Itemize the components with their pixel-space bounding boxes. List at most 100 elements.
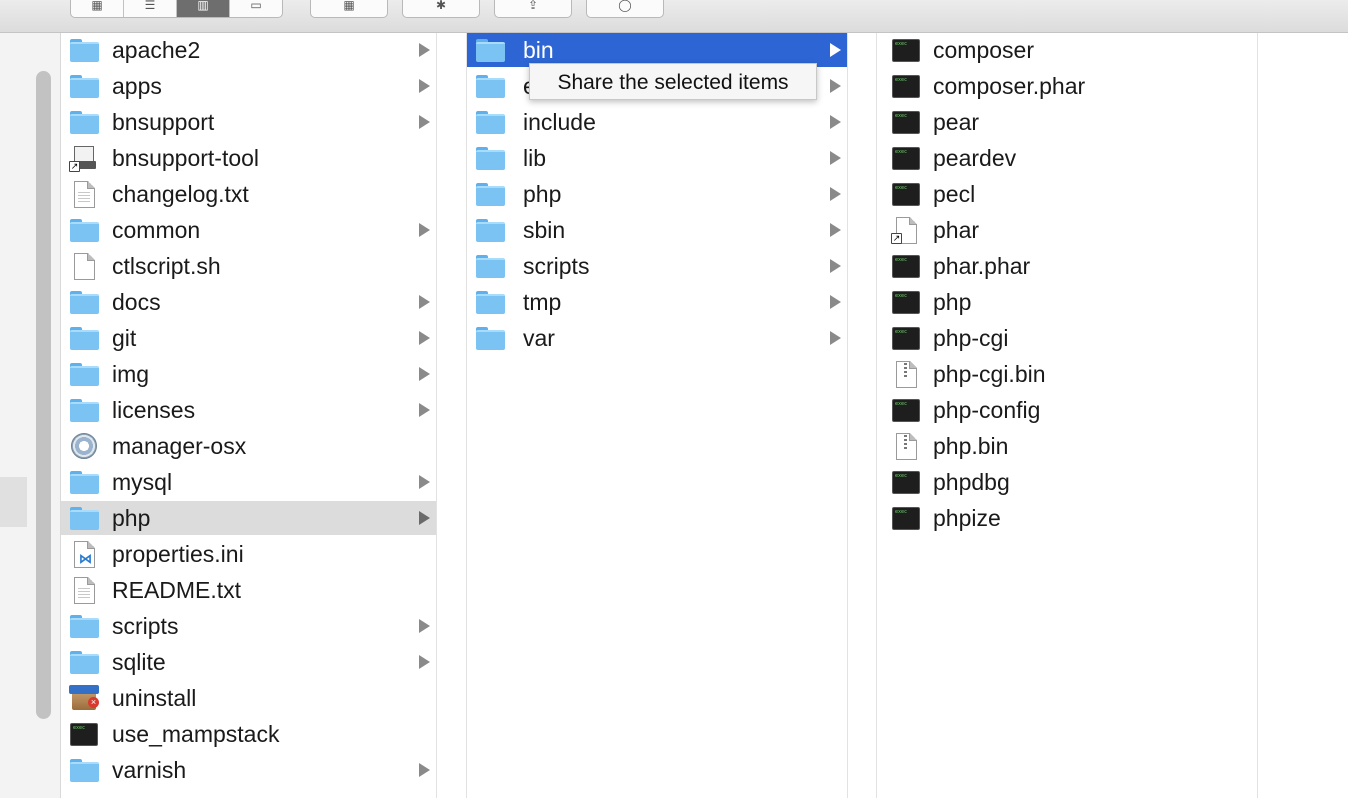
list-item[interactable]: bin <box>467 33 847 67</box>
terminal-executable-icon: exec <box>891 145 921 171</box>
list-item[interactable]: php <box>61 501 436 535</box>
column-view-button[interactable]: ▥ <box>177 0 230 17</box>
folder-icon <box>475 109 505 135</box>
list-item[interactable]: scripts <box>467 249 847 283</box>
list-item[interactable]: sbin <box>467 213 847 247</box>
list-item[interactable]: common <box>61 213 436 247</box>
sidebar <box>0 33 61 798</box>
list-item[interactable]: exec php-config <box>877 393 1257 427</box>
item-label: sqlite <box>112 649 166 675</box>
list-item[interactable]: exec phpdbg <box>877 465 1257 499</box>
sidebar-scrollbar[interactable] <box>36 71 51 719</box>
alias-app-icon: ↗ <box>69 145 99 172</box>
finder-toolbar: ▦ ☰ ▥ ▭ ▦ ✱ ⇪ ◯ <box>0 0 1348 33</box>
disclosure-arrow-icon <box>419 655 430 669</box>
terminal-executable-icon: exec <box>69 721 99 747</box>
list-item[interactable]: exec use_mampstack <box>61 717 436 751</box>
terminal-executable-icon: exec <box>891 37 921 63</box>
share-button[interactable]: ⇪ <box>494 0 572 18</box>
list-item[interactable]: mysql <box>61 465 436 499</box>
disclosure-arrow-icon <box>830 79 841 93</box>
list-item[interactable]: README.txt <box>61 573 436 607</box>
item-label: peardev <box>933 145 1017 171</box>
list-item[interactable]: exec phpize <box>877 501 1257 535</box>
list-item[interactable]: varnish <box>61 753 436 787</box>
item-label: sbin <box>523 217 566 243</box>
list-item[interactable]: changelog.txt <box>61 177 436 211</box>
item-label: tmp <box>523 289 562 315</box>
list-item[interactable]: tmp <box>467 285 847 319</box>
folder-icon <box>69 649 99 675</box>
list-item[interactable]: ctlscript.sh <box>61 249 436 283</box>
disclosure-arrow-icon <box>419 403 430 417</box>
list-view-button[interactable]: ☰ <box>124 0 177 17</box>
list-item[interactable]: ↗ bnsupport-tool <box>61 141 436 175</box>
list-item[interactable]: lib <box>467 141 847 175</box>
list-item[interactable]: sqlite <box>61 645 436 679</box>
terminal-executable-icon: exec <box>891 325 921 351</box>
zip-document-icon <box>891 361 921 388</box>
disclosure-arrow-icon <box>830 43 841 57</box>
list-item[interactable]: exec php <box>877 285 1257 319</box>
text-document-icon <box>69 577 99 604</box>
list-item[interactable]: exec pecl <box>877 177 1257 211</box>
folder-icon <box>69 757 99 783</box>
item-label: licenses <box>112 397 196 423</box>
list-item[interactable]: exec composer <box>877 33 1257 67</box>
terminal-executable-icon: exec <box>891 181 921 207</box>
disclosure-arrow-icon <box>830 187 841 201</box>
list-item[interactable]: apache2 <box>61 33 436 67</box>
list-item[interactable]: exec composer.phar <box>877 69 1257 103</box>
folder-icon <box>475 217 505 243</box>
disclosure-arrow-icon <box>419 619 430 633</box>
list-item[interactable]: php <box>467 177 847 211</box>
list-item[interactable]: bnsupport <box>61 105 436 139</box>
list-item[interactable]: img <box>61 357 436 391</box>
disclosure-arrow-icon <box>419 331 430 345</box>
gear-app-icon <box>69 433 99 459</box>
list-item[interactable]: php.bin <box>877 429 1257 463</box>
folder-icon <box>475 181 505 207</box>
list-item[interactable]: exec pear <box>877 105 1257 139</box>
list-item[interactable]: × uninstall <box>61 681 436 715</box>
tags-button[interactable]: ◯ <box>586 0 664 18</box>
terminal-executable-icon: exec <box>891 289 921 315</box>
group-icon: ▦ <box>343 0 355 12</box>
list-item[interactable]: exec peardev <box>877 141 1257 175</box>
list-item[interactable]: licenses <box>61 393 436 427</box>
list-item[interactable]: include <box>467 105 847 139</box>
action-button[interactable]: ✱ <box>402 0 480 18</box>
disclosure-arrow-icon <box>419 295 430 309</box>
terminal-executable-icon: exec <box>891 505 921 531</box>
list-item[interactable]: ↗ phar <box>877 213 1257 247</box>
gallery-view-button[interactable]: ▭ <box>230 0 282 17</box>
item-label: lib <box>523 145 547 171</box>
disclosure-arrow-icon <box>419 223 430 237</box>
icon-view-button[interactable]: ▦ <box>71 0 124 17</box>
list-item[interactable]: git <box>61 321 436 355</box>
item-label: phar.phar <box>933 253 1031 279</box>
item-label: changelog.txt <box>112 181 249 207</box>
folder-icon <box>69 505 99 531</box>
list-item[interactable]: apps <box>61 69 436 103</box>
list-item[interactable]: manager-osx <box>61 429 436 463</box>
item-label: bnsupport <box>112 109 215 135</box>
uninstaller-app-icon: × <box>69 685 99 711</box>
list-item[interactable]: exec php-cgi <box>877 321 1257 355</box>
list-item[interactable]: var <box>467 321 847 355</box>
folder-icon <box>69 613 99 639</box>
list-item[interactable]: docs <box>61 285 436 319</box>
item-label: docs <box>112 289 161 315</box>
list-item[interactable]: scripts <box>61 609 436 643</box>
terminal-executable-icon: exec <box>891 397 921 423</box>
item-label: php <box>933 289 972 315</box>
terminal-executable-icon: exec <box>891 253 921 279</box>
disclosure-arrow-icon <box>419 43 430 57</box>
list-item[interactable]: php-cgi.bin <box>877 357 1257 391</box>
list-item[interactable]: exec phar.phar <box>877 249 1257 283</box>
list-item[interactable]: ⋈ properties.ini <box>61 537 436 571</box>
group-button[interactable]: ▦ <box>310 0 388 18</box>
sidebar-selected-item[interactable] <box>0 477 27 527</box>
terminal-executable-icon: exec <box>891 469 921 495</box>
item-label: README.txt <box>112 577 242 603</box>
